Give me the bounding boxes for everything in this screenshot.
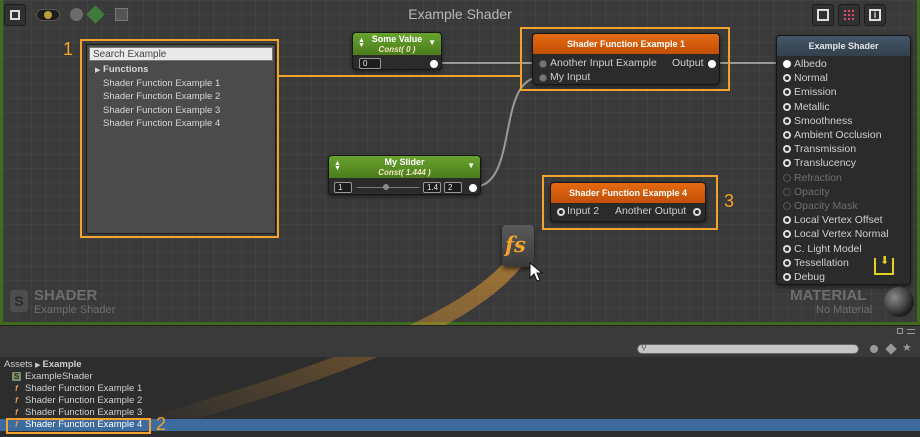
function-file-icon: f bbox=[15, 384, 18, 393]
list-item[interactable]: f Shader Function Example 1 bbox=[0, 383, 920, 395]
file-name: Shader Function Example 2 bbox=[25, 395, 143, 406]
breadcrumb: Assets ▶ Example bbox=[4, 359, 82, 370]
file-name: Shader Function Example 3 bbox=[25, 407, 143, 418]
shader-file-icon: S bbox=[12, 372, 21, 381]
filter-type-icon[interactable] bbox=[870, 345, 878, 353]
breadcrumb-item[interactable]: Assets bbox=[4, 359, 33, 370]
project-toolbar: ⚲ ★ bbox=[0, 325, 920, 357]
filter-label-icon[interactable] bbox=[885, 343, 897, 355]
menu-icon[interactable] bbox=[907, 329, 915, 334]
file-name: Shader Function Example 1 bbox=[25, 383, 143, 394]
lock-icon[interactable] bbox=[897, 328, 903, 334]
breadcrumb-item[interactable]: Example bbox=[42, 359, 81, 370]
project-search-input[interactable]: ⚲ bbox=[637, 343, 859, 354]
favorite-star-icon[interactable]: ★ bbox=[902, 341, 912, 354]
callout-box-2 bbox=[6, 418, 151, 434]
mouse-cursor-icon bbox=[529, 262, 543, 282]
function-file-icon: f bbox=[15, 408, 18, 417]
callout-number-2: 2 bbox=[156, 414, 167, 434]
function-icon: fs bbox=[505, 232, 526, 257]
dragged-function-icon: fs bbox=[502, 225, 534, 267]
function-file-icon: f bbox=[15, 396, 18, 405]
list-item[interactable]: f Shader Function Example 2 bbox=[0, 395, 920, 407]
search-icon: ⚲ bbox=[641, 343, 647, 352]
file-name: ExampleShader bbox=[25, 371, 93, 382]
list-item[interactable]: S ExampleShader bbox=[0, 371, 920, 383]
